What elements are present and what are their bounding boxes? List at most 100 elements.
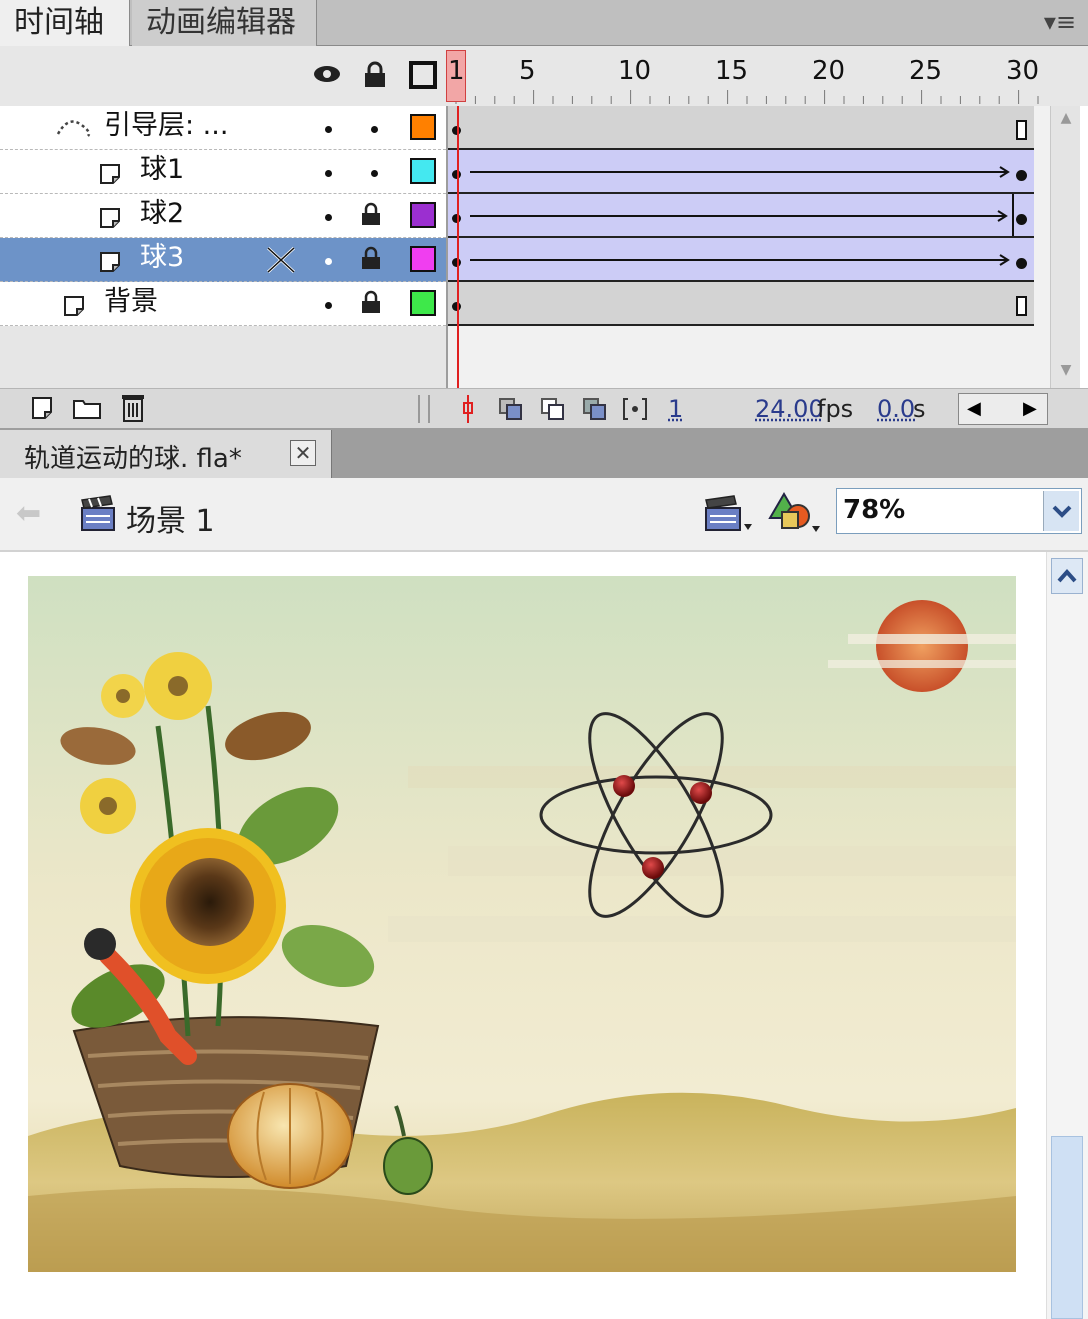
visibility-dot[interactable] — [325, 214, 332, 221]
document-tab[interactable]: 轨道运动的球. fla* ✕ — [0, 430, 332, 478]
frame-span-guide[interactable] — [448, 106, 1034, 150]
layer-name[interactable]: 球2 — [140, 194, 184, 234]
pumpkin-image — [227, 1083, 353, 1189]
close-tab-icon[interactable]: ✕ — [290, 440, 316, 466]
lock-dot[interactable] — [371, 126, 378, 133]
layer-row-ball3[interactable]: 球3 — [0, 238, 446, 282]
scroll-thumb[interactable] — [1051, 1136, 1083, 1319]
outline-all-icon[interactable] — [409, 61, 437, 89]
lock-icon[interactable] — [360, 202, 382, 226]
scroll-down-icon[interactable]: ▼ — [1054, 362, 1078, 384]
chevron-down-icon — [1052, 505, 1072, 518]
frame-number-10: 10 — [618, 56, 652, 86]
stage-canvas[interactable] — [28, 576, 1016, 1272]
scroll-right-icon[interactable]: ▶ — [1023, 398, 1037, 419]
layer-name[interactable]: 引导层: ... — [104, 106, 228, 146]
tween-span-ball2[interactable] — [448, 194, 1034, 238]
keyframe-dot[interactable] — [1016, 258, 1027, 269]
visibility-dot[interactable] — [325, 302, 332, 309]
scroll-up-button[interactable] — [1051, 558, 1083, 594]
splitter-handle[interactable] — [418, 395, 430, 423]
edit-symbols-menu-icon[interactable] — [768, 490, 826, 536]
show-hide-all-eye-icon[interactable] — [312, 62, 342, 86]
scroll-left-icon[interactable]: ◀ — [967, 398, 981, 419]
playhead-line — [457, 106, 459, 388]
layer-page-icon — [100, 208, 120, 228]
lock-all-icon[interactable] — [362, 60, 388, 88]
end-frame-marker[interactable] — [1016, 120, 1027, 140]
layer-color-swatch[interactable] — [410, 202, 436, 228]
layer-page-icon — [64, 296, 84, 316]
panel-menu-icon[interactable]: ▾≡ — [1040, 8, 1080, 38]
edit-multiple-frames-icon[interactable] — [582, 397, 608, 421]
layer-color-swatch[interactable] — [410, 290, 436, 316]
layer-color-swatch[interactable] — [410, 246, 436, 272]
frame-rate-value[interactable]: 24.00 — [755, 394, 824, 424]
layer-name[interactable]: 球3 — [140, 238, 184, 278]
elapsed-time-unit: s — [913, 395, 926, 423]
current-frame-value[interactable]: 1 — [668, 394, 683, 424]
tween-arrow — [470, 210, 1008, 222]
frames-area[interactable] — [446, 106, 1050, 388]
pencil-crossed-icon — [266, 246, 296, 274]
end-frame-marker[interactable] — [1016, 296, 1027, 316]
layer-page-icon — [100, 252, 120, 272]
timeline-vertical-scrollbar[interactable]: ▲ ▼ — [1050, 106, 1080, 388]
timeline-status-bar: 1 24.00 fps 0.0 s ◀ ▶ — [0, 388, 1088, 428]
scene-label[interactable]: 场景 1 — [126, 496, 215, 540]
delete-trash-icon[interactable] — [120, 391, 146, 423]
lock-icon[interactable] — [360, 246, 382, 270]
tween-arrow — [470, 254, 1010, 266]
frame-rate-unit: fps — [817, 395, 854, 423]
modify-onion-markers-icon[interactable] — [622, 397, 648, 421]
tween-span-ball1[interactable] — [448, 150, 1034, 194]
layer-row-ball1[interactable]: 球1 — [0, 150, 446, 194]
new-folder-icon[interactable] — [72, 395, 102, 421]
back-arrow-icon[interactable]: ⬅ — [16, 496, 41, 531]
stage-vertical-scrollbar[interactable] — [1046, 552, 1088, 1319]
zoom-value: 78% — [843, 495, 906, 525]
stage-area[interactable] — [0, 552, 1046, 1319]
layer-list: 引导层: ... 球1 球2 球3 背景 — [0, 106, 446, 388]
tab-motion-editor[interactable]: 动画编辑器 — [132, 0, 317, 46]
orbit-ball-1 — [613, 775, 635, 797]
layer-name[interactable]: 背景 — [104, 282, 158, 322]
frame-number-5: 5 — [519, 56, 536, 86]
guide-layer-icon — [56, 120, 91, 137]
layer-name[interactable]: 球1 — [140, 150, 184, 190]
layer-color-swatch[interactable] — [410, 158, 436, 184]
zoom-select[interactable]: 78% — [836, 488, 1082, 534]
frame-number-25: 25 — [909, 56, 943, 86]
layer-row-ball2[interactable]: 球2 — [0, 194, 446, 238]
keyframe-dot[interactable] — [1016, 214, 1027, 225]
visibility-dot[interactable] — [325, 258, 332, 265]
onion-skin-icon[interactable] — [498, 397, 524, 421]
frame-number-20: 20 — [812, 56, 846, 86]
layer-color-swatch[interactable] — [410, 114, 436, 140]
tab-timeline[interactable]: 时间轴 — [0, 0, 130, 46]
zoom-dropdown-button[interactable] — [1043, 491, 1079, 531]
horizontal-scroll[interactable]: ◀ ▶ — [958, 393, 1048, 425]
lock-icon[interactable] — [360, 290, 382, 314]
keyframe-dot[interactable] — [1016, 170, 1027, 181]
scroll-up-icon[interactable]: ▲ — [1054, 110, 1078, 132]
frame-number-15: 15 — [715, 56, 749, 86]
new-layer-icon[interactable] — [30, 395, 56, 421]
onion-skin-outlines-icon[interactable] — [540, 397, 566, 421]
tween-span-ball3[interactable] — [448, 238, 1034, 282]
frame-number-30: 30 — [1006, 56, 1040, 86]
layer-row-background[interactable]: 背景 — [0, 282, 446, 326]
edit-scene-menu-icon[interactable] — [702, 492, 756, 534]
layer-page-icon — [100, 164, 120, 184]
lock-dot[interactable] — [371, 170, 378, 177]
orbit-ball-3 — [642, 857, 664, 879]
layer-row-guide[interactable]: 引导层: ... — [0, 106, 446, 150]
visibility-dot[interactable] — [325, 170, 332, 177]
frame-span-background[interactable] — [448, 282, 1034, 326]
document-tab-label[interactable]: 轨道运动的球. fla* — [24, 438, 242, 475]
center-frame-icon[interactable] — [460, 393, 476, 425]
visibility-dot[interactable] — [325, 126, 332, 133]
elapsed-time-value[interactable]: 0.0 — [877, 394, 915, 424]
edit-bar: ⬅ 场景 1 78% — [0, 478, 1088, 552]
tween-arrow — [470, 166, 1010, 178]
